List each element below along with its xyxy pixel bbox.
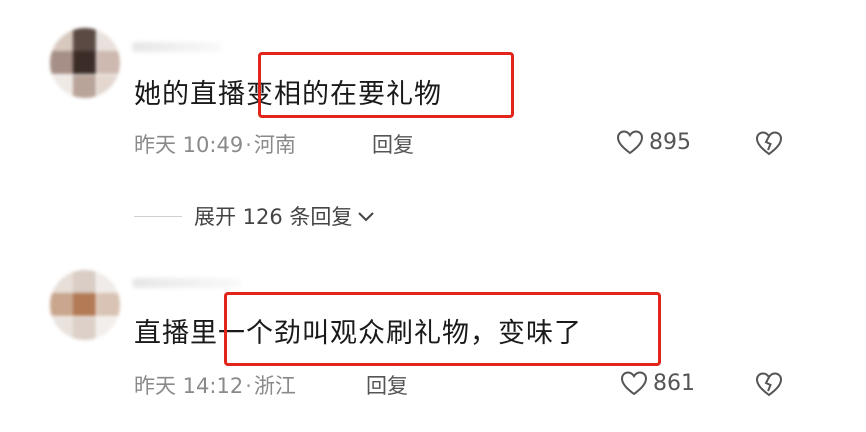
expand-replies-button[interactable]: 展开 126 条回复: [134, 201, 376, 231]
username-blurred[interactable]: [132, 278, 242, 288]
chevron-down-icon: [358, 212, 375, 222]
meta-separator: ·: [245, 374, 252, 398]
avatar-mosaic-cell: [96, 28, 120, 51]
avatar-mosaic-cell: [50, 74, 73, 98]
meta-separator: ·: [245, 133, 252, 157]
avatar-mosaic-cell: [73, 74, 97, 98]
highlight-box: [258, 52, 514, 118]
heart-icon: [620, 371, 648, 396]
avatar-mosaic-cell: [96, 293, 120, 317]
avatar-mosaic-cell: [50, 316, 73, 340]
avatar-mosaic-cell: [50, 293, 73, 317]
expand-replies-label: 展开 126 条回复: [194, 205, 353, 229]
avatar-mosaic-cell: [73, 28, 97, 51]
broken-heart-icon[interactable]: [755, 130, 783, 156]
heart-icon: [616, 130, 644, 155]
avatar-mosaic-cell: [73, 51, 97, 75]
broken-heart-icon[interactable]: [755, 371, 783, 397]
like-count: 861: [653, 370, 695, 396]
comment-location: 浙江: [253, 374, 296, 398]
avatar-mosaic-cell: [50, 270, 73, 293]
avatar-mosaic-cell: [96, 74, 120, 98]
like-button[interactable]: 895: [616, 129, 691, 155]
avatar[interactable]: [50, 28, 120, 98]
username-blurred[interactable]: [132, 42, 222, 52]
reply-button[interactable]: 回复: [366, 370, 408, 400]
avatar-mosaic-cell: [50, 51, 73, 75]
comment-meta: 昨天 10:49·河南: [134, 129, 296, 159]
like-button[interactable]: 861: [620, 370, 695, 396]
avatar-mosaic-cell: [96, 316, 120, 340]
reply-button[interactable]: 回复: [372, 129, 414, 159]
avatar-mosaic-cell: [73, 316, 97, 340]
avatar-mosaic-cell: [96, 270, 120, 293]
like-count: 895: [649, 129, 691, 155]
comment-location: 河南: [253, 133, 296, 157]
avatar-mosaic-cell: [96, 51, 120, 75]
comment-time: 昨天 10:49: [134, 133, 244, 157]
avatar-mosaic-cell: [73, 270, 97, 293]
comment-time: 昨天 14:12: [134, 374, 244, 398]
avatar-mosaic-cell: [73, 293, 97, 317]
avatar-mosaic-cell: [50, 28, 73, 51]
divider-line: [134, 215, 182, 217]
comment-meta: 昨天 14:12·浙江: [134, 370, 296, 400]
highlight-box: [224, 292, 661, 366]
avatar[interactable]: [50, 270, 120, 340]
